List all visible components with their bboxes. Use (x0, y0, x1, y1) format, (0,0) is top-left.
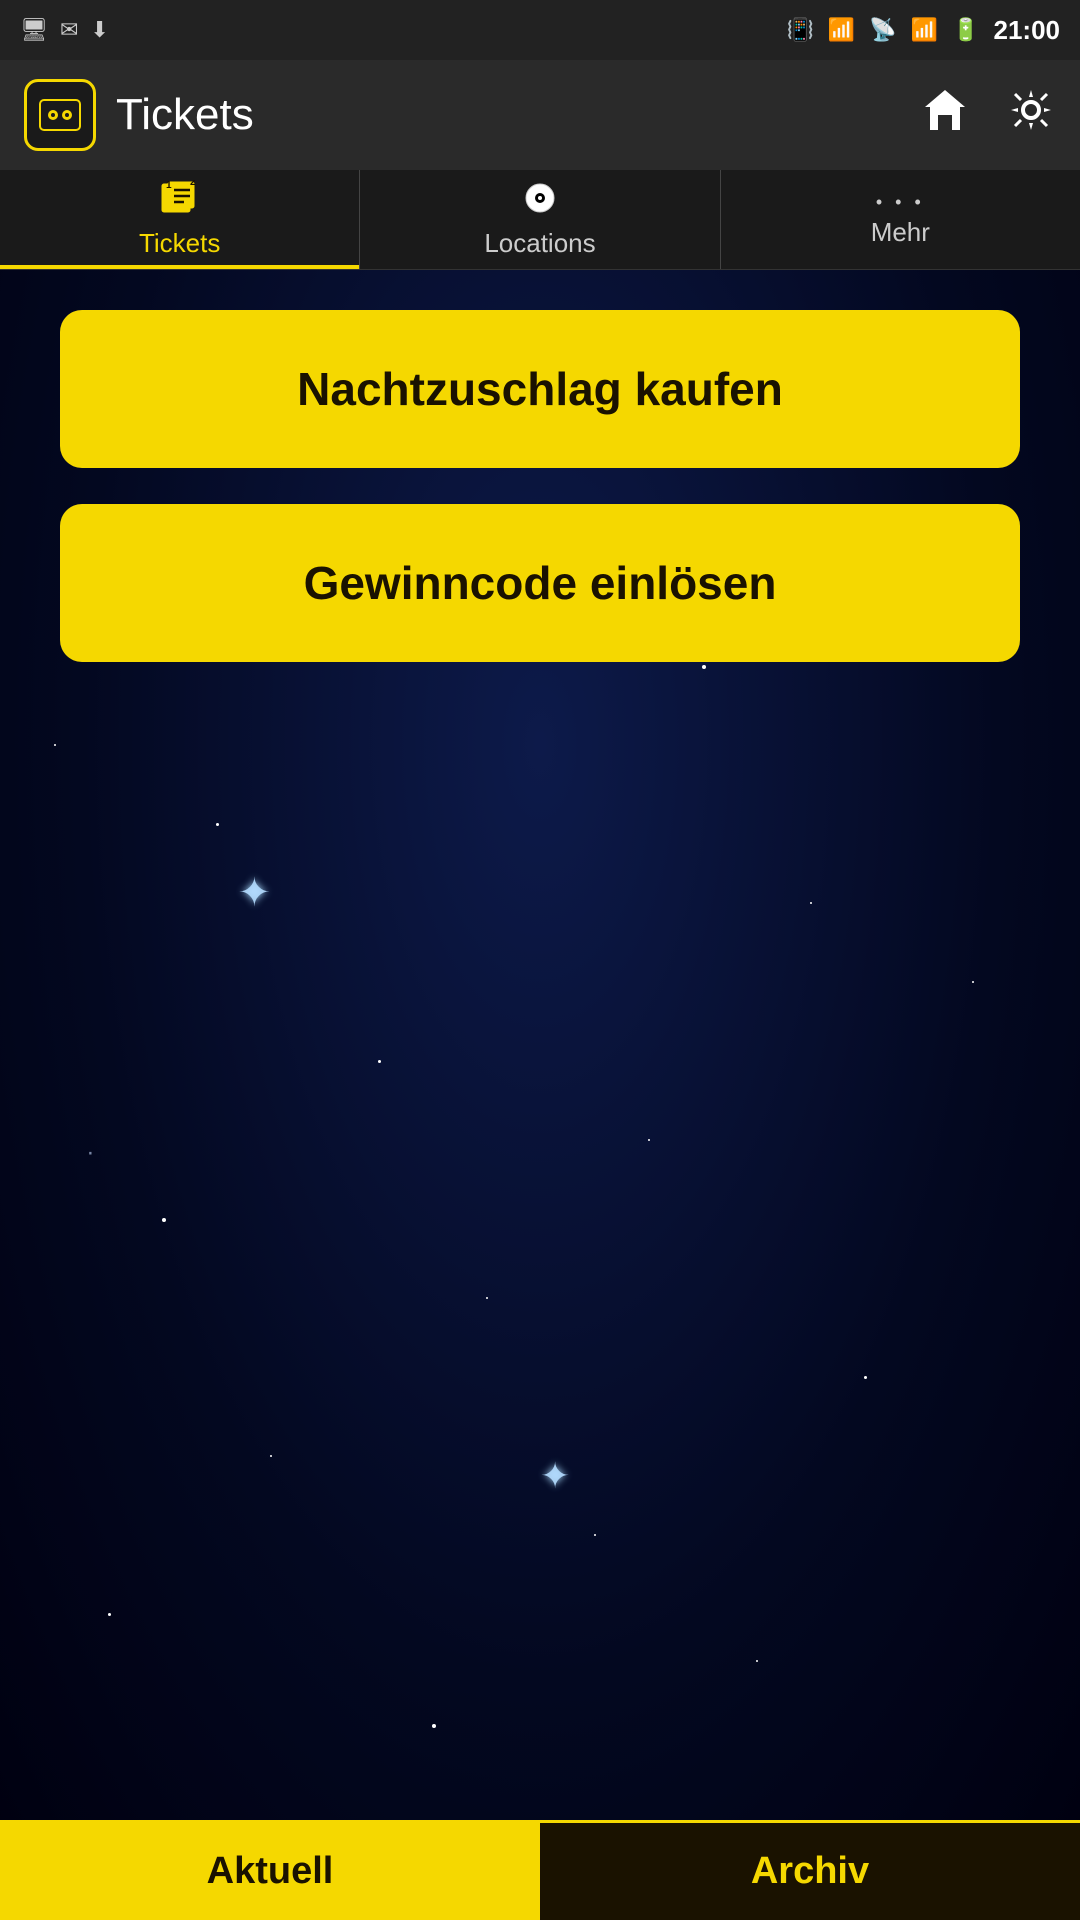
mail-icon: ✉ (60, 17, 78, 43)
sim-icon: 🖥 (20, 17, 48, 43)
signal-icon: 📶 (911, 17, 938, 43)
status-left-icons: 🖥 ✉ ⬇ (20, 17, 109, 43)
status-bar: 🖥 ✉ ⬇ 📳 📶 📡 📶 🔋 21:00 (0, 0, 1080, 60)
vibrate-icon: 📳 (786, 17, 813, 43)
app-bar: Tickets (0, 60, 1080, 170)
app-title: Tickets (116, 90, 254, 140)
locations-tab-icon (522, 180, 558, 224)
status-right-icons: 📳 📶 📡 📶 🔋 21:00 (786, 15, 1060, 46)
app-logo (24, 79, 96, 151)
nfc-icon: 📡 (869, 17, 896, 43)
tab-tickets[interactable]: 1 2 Tickets (0, 170, 360, 269)
svg-text:2: 2 (190, 180, 196, 188)
bottom-bar: Aktuell Archiv (0, 1820, 1080, 1920)
wifi-icon: 📶 (828, 17, 855, 43)
status-time: 21:00 (994, 15, 1061, 46)
tab-locations-label: Locations (484, 228, 595, 259)
tab-mehr[interactable]: • • • Mehr (721, 170, 1080, 269)
aktuell-button[interactable]: Aktuell (0, 1823, 540, 1920)
app-bar-left: Tickets (24, 79, 254, 151)
settings-icon[interactable] (1006, 85, 1056, 146)
buy-nightsurcharge-button[interactable]: Nachtzuschlag kaufen (60, 310, 1020, 468)
svg-text:1: 1 (166, 180, 172, 191)
archiv-button[interactable]: Archiv (540, 1823, 1080, 1920)
tab-tickets-label: Tickets (139, 228, 220, 259)
tab-mehr-label: Mehr (871, 217, 930, 248)
redeem-wincode-button[interactable]: Gewinncode einlösen (60, 504, 1020, 662)
home-icon[interactable] (920, 85, 970, 146)
battery-icon: 🔋 (952, 17, 979, 43)
main-content: Nachtzuschlag kaufen Gewinncode einlösen (0, 270, 1080, 1850)
tab-locations[interactable]: Locations (360, 170, 720, 269)
tab-bar: 1 2 Tickets Locations • • • Mehr (0, 170, 1080, 270)
app-bar-right (920, 85, 1056, 146)
download-icon: ⬇ (90, 17, 108, 43)
tickets-tab-icon: 1 2 (160, 180, 200, 224)
mehr-tab-dots: • • • (876, 192, 925, 213)
